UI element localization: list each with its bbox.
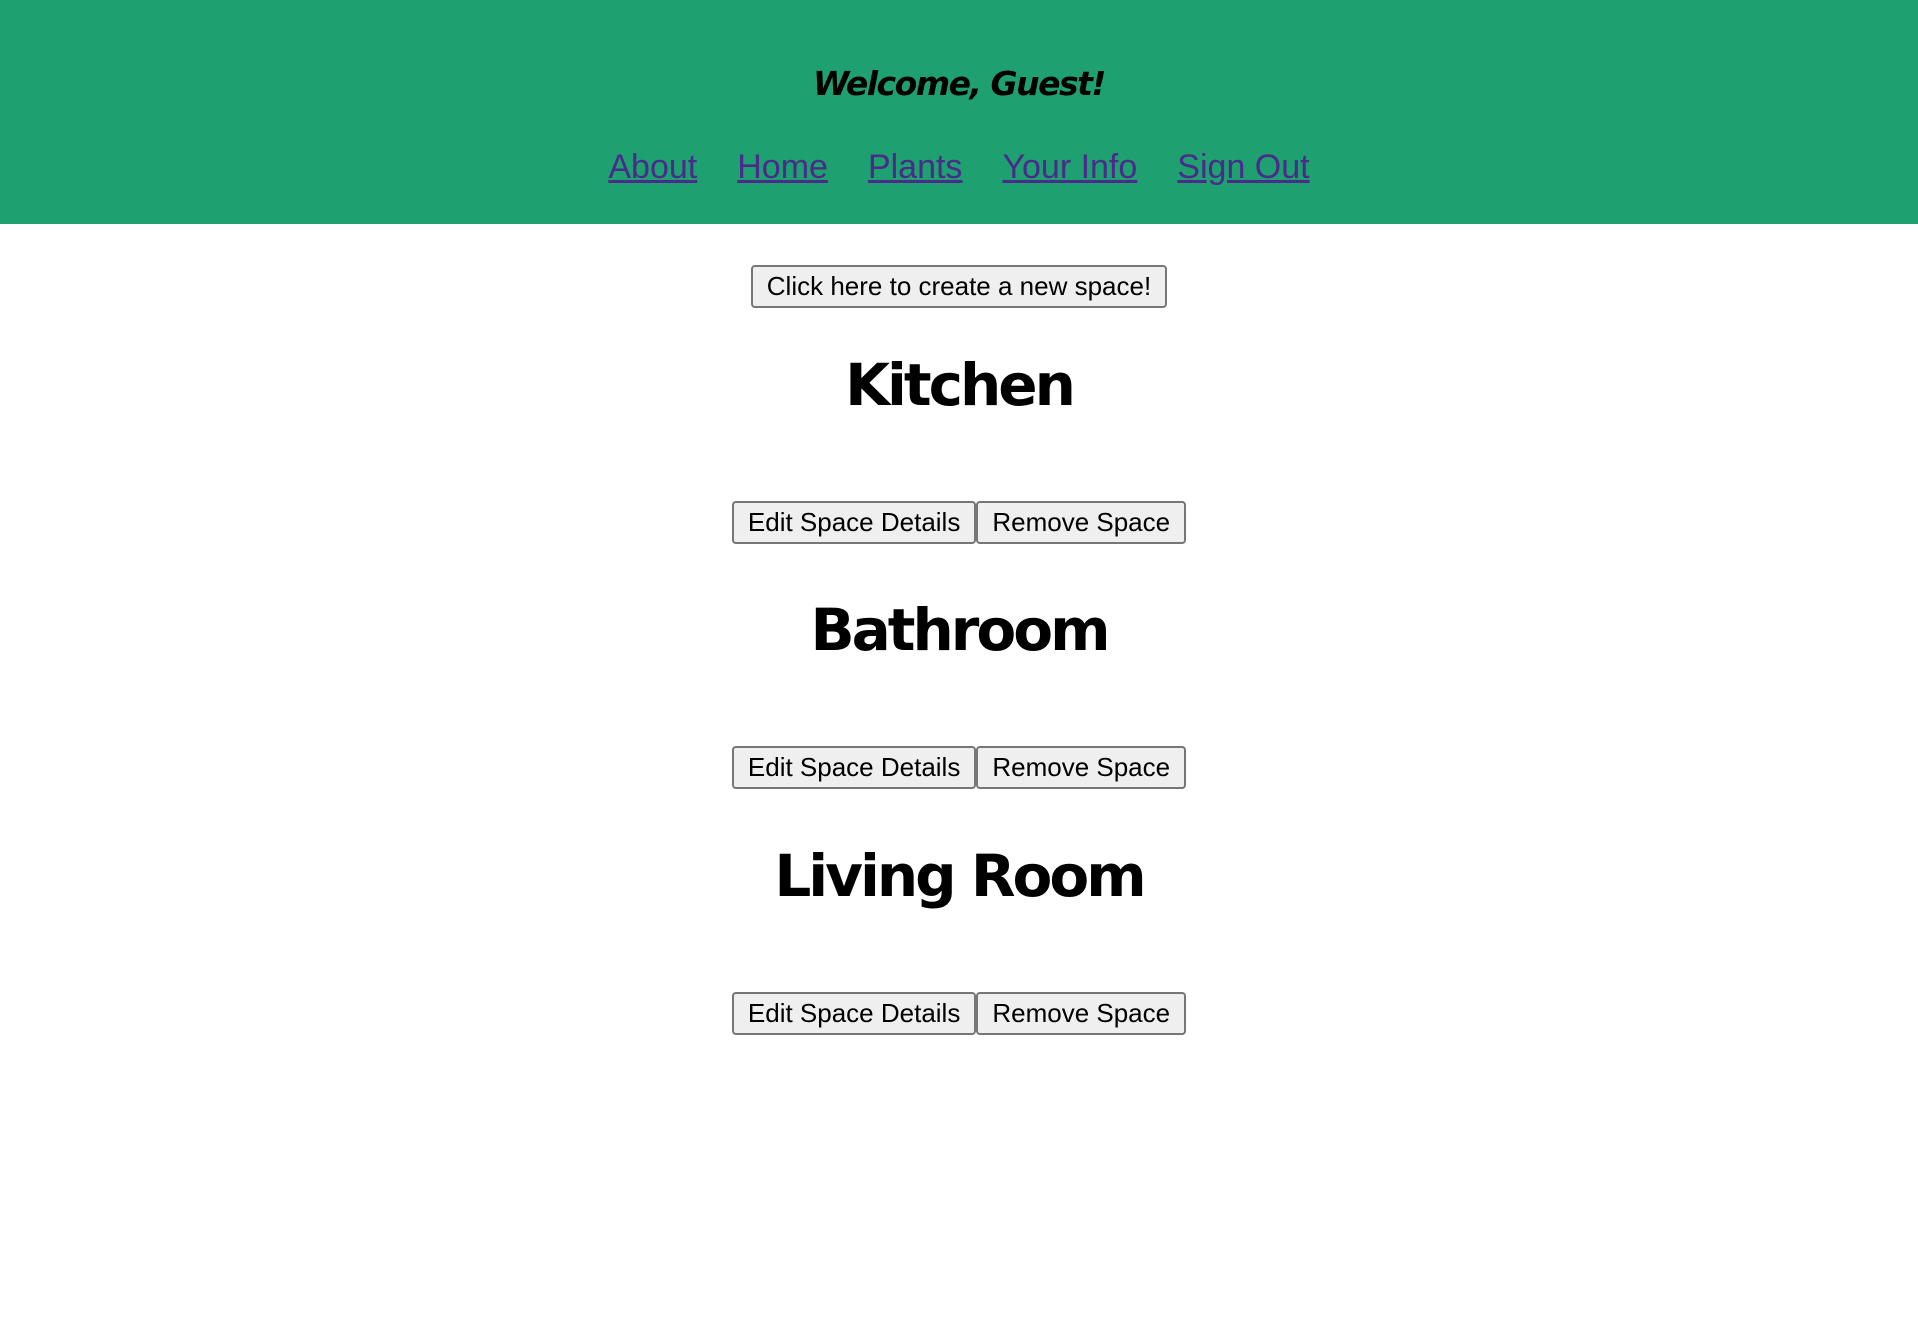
create-space-button[interactable]: Click here to create a new space! [750,265,1168,308]
edit-space-button[interactable]: Edit Space Details [731,992,977,1035]
nav-link-about[interactable]: About [608,148,697,187]
site-header: Welcome, Guest! About Home Plants Your I… [0,0,1918,224]
nav-link-home[interactable]: Home [737,148,828,187]
nav-link-sign-out[interactable]: Sign Out [1177,148,1309,187]
space-title: Bathroom [810,596,1110,664]
edit-space-button[interactable]: Edit Space Details [731,746,977,789]
main-nav: About Home Plants Your Info Sign Out [0,148,1918,187]
remove-space-button[interactable]: Remove Space [976,992,1187,1035]
space-title: Living Room [774,842,1146,910]
space-actions: Edit Space Details Remove Space [0,992,1918,1035]
create-space-row: Click here to create a new space! [0,265,1918,308]
nav-link-plants[interactable]: Plants [868,148,963,187]
edit-space-button[interactable]: Edit Space Details [731,501,977,544]
welcome-heading: Welcome, Guest! [813,64,1106,103]
space-title: Kitchen [845,351,1076,419]
space-actions: Edit Space Details Remove Space [0,501,1918,544]
space-actions: Edit Space Details Remove Space [0,746,1918,789]
nav-link-your-info[interactable]: Your Info [1002,148,1137,187]
remove-space-button[interactable]: Remove Space [976,501,1187,544]
remove-space-button[interactable]: Remove Space [976,746,1187,789]
